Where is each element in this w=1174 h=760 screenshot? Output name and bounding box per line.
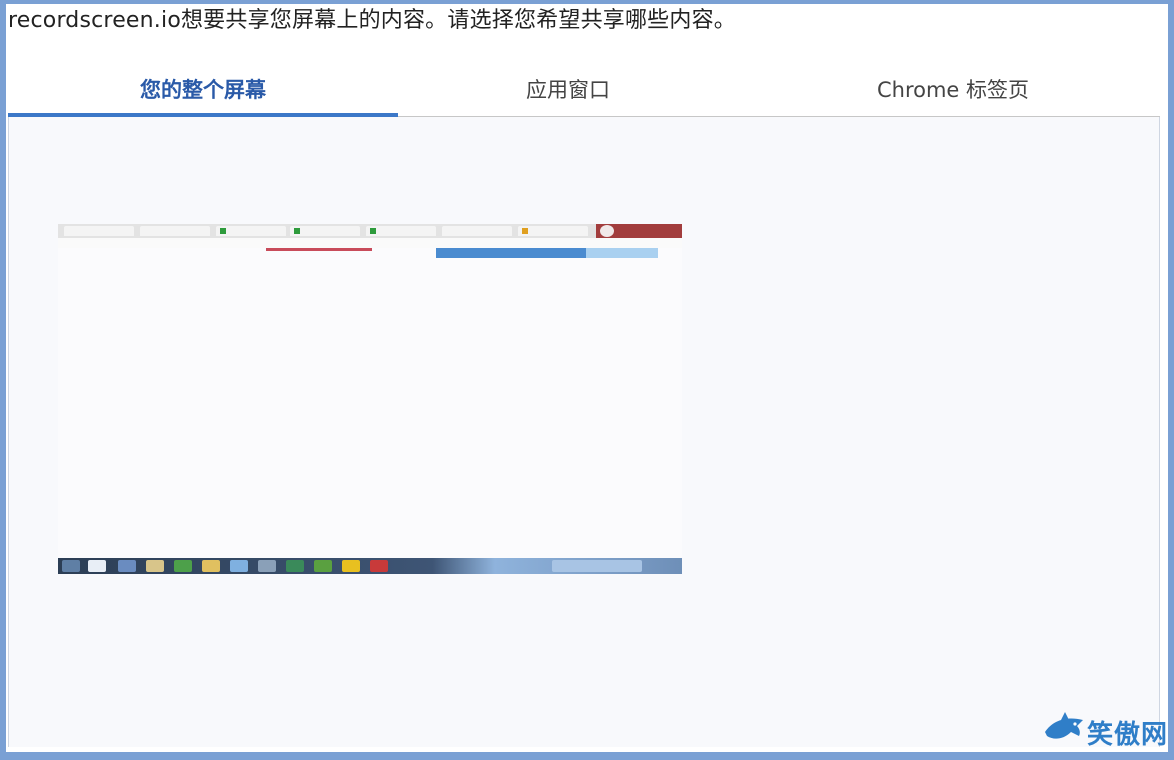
thumbnail-tab [442,226,512,236]
taskbar-app-icon [314,560,332,572]
tab-entire-screen[interactable]: 您的整个屏幕 [8,60,398,118]
thumbnail-browser-tabbar [58,224,682,238]
thumbnail-window-controls [596,224,682,238]
thumbnail-tab [290,226,360,236]
taskbar-app-icon [118,560,136,572]
tab-application-window[interactable]: 应用窗口 [378,60,758,118]
share-prompt-text: recordscreen.io想要共享您屏幕上的内容。请选择您希望共享哪些内容。 [8,8,736,33]
taskbar-app-icon [342,560,360,572]
taskbar-app-icon [174,560,192,572]
thumbnail-tab [64,226,134,236]
taskbar-app-icon [146,560,164,572]
entire-screen-thumbnail[interactable] [58,224,682,574]
taskbar-app-icon [202,560,220,572]
thumbnail-tab [518,226,588,236]
thumbnail-toolbar [58,238,682,248]
thumbnail-blue-band [436,248,586,258]
shark-logo-icon [1043,710,1087,754]
thumbnail-light-blue-band [586,248,658,258]
thumbnail-red-bar [266,248,372,251]
taskbar-app-icon [370,560,388,572]
watermark: 笑傲网 [1043,710,1168,754]
taskbar-app-icon [286,560,304,572]
thumbnail-tab [140,226,210,236]
tab-chrome-tab[interactable]: Chrome 标签页 [758,60,1148,118]
thumbnail-taskbar [58,558,682,574]
thumbnail-tab [366,226,436,236]
share-source-tabs: 您的整个屏幕 应用窗口 Chrome 标签页 [8,60,1160,118]
thumbnail-tab [216,226,286,236]
taskbar-system-tray [552,560,642,572]
watermark-text: 笑傲网 [1086,719,1168,750]
taskbar-app-icon [88,560,106,572]
taskbar-app-icon [258,560,276,572]
taskbar-app-icon [230,560,248,572]
taskbar-start-icon [62,560,80,572]
